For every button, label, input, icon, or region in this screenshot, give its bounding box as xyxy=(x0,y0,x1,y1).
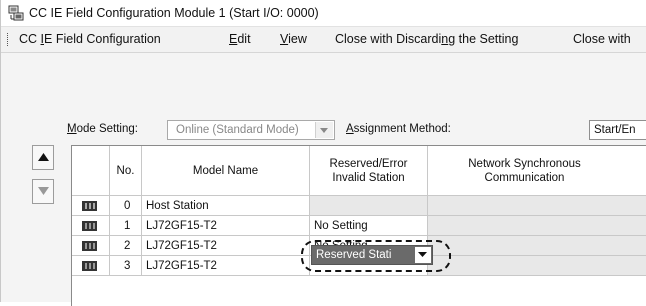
table-row-no[interactable]: 1 xyxy=(110,216,142,236)
station-icon-cell xyxy=(72,236,110,256)
configuration-window: CC IE Field Configuration Module 1 (Star… xyxy=(0,0,646,306)
header-reserved-error-invalid-station[interactable]: Reserved/Error Invalid Station xyxy=(310,146,428,196)
table-row-model[interactable]: LJ72GF15-T2 xyxy=(142,256,310,276)
dropdown-arrow-icon[interactable] xyxy=(315,122,333,138)
assignment-method-value: Start/En xyxy=(594,124,636,136)
table-row-no[interactable]: 0 xyxy=(110,196,142,216)
table-row-reserved[interactable]: No Setting xyxy=(310,216,428,236)
title-bar: CC IE Field Configuration Module 1 (Star… xyxy=(1,0,646,27)
move-up-button[interactable] xyxy=(32,145,54,170)
move-down-button[interactable] xyxy=(32,179,54,204)
header-icon-column xyxy=(72,146,110,196)
combo-dropdown-arrow-icon[interactable] xyxy=(415,247,431,263)
menu-cc-ie-field-configuration[interactable]: CC IE Field Configuration xyxy=(19,32,161,46)
window-title: CC IE Field Configuration Module 1 (Star… xyxy=(29,6,319,20)
triangle-down-icon xyxy=(38,187,49,195)
menu-close-with[interactable]: Close with xyxy=(573,32,631,46)
table-row-no[interactable]: 3 xyxy=(110,256,142,276)
reserved-station-combo[interactable]: Reserved Stati xyxy=(311,245,433,265)
menu-edit[interactable]: Edit xyxy=(229,32,251,46)
assignment-method-field[interactable]: Start/En xyxy=(589,120,646,140)
station-icon-cell xyxy=(72,196,110,216)
table-row-sync xyxy=(428,196,646,216)
table-row-sync xyxy=(428,236,646,256)
table-row-model[interactable]: LJ72GF15-T2 xyxy=(142,236,310,256)
table-row-reserved xyxy=(310,196,428,216)
station-table: No. Model Name Reserved/Error Invalid Sta… xyxy=(71,145,646,306)
menu-close-with-discarding[interactable]: Close with Discarding the Setting xyxy=(335,32,518,46)
table-row-no[interactable]: 2 xyxy=(110,236,142,256)
header-model-name[interactable]: Model Name xyxy=(142,146,310,196)
station-module-icon xyxy=(82,241,97,251)
station-module-icon xyxy=(82,201,97,211)
network-configuration-icon xyxy=(8,5,24,21)
table-row-model[interactable]: LJ72GF15-T2 xyxy=(142,216,310,236)
table-row-model[interactable]: Host Station xyxy=(142,196,310,216)
header-network-synchronous-communication[interactable]: Network Synchronous Communication xyxy=(428,146,646,196)
assignment-method-label: Assignment Method: xyxy=(346,123,451,135)
header-no[interactable]: No. xyxy=(110,146,142,196)
station-icon-cell xyxy=(72,216,110,236)
menu-view[interactable]: View xyxy=(280,32,307,46)
table-row-sync xyxy=(428,256,646,276)
mode-setting-label: Mode Setting: xyxy=(67,123,138,135)
table-row-sync xyxy=(428,216,646,236)
station-module-icon xyxy=(82,261,97,271)
station-module-icon xyxy=(82,221,97,231)
mode-setting-value: Online (Standard Mode) xyxy=(176,124,299,136)
toolbar-grip-icon[interactable] xyxy=(7,33,11,46)
triangle-up-icon xyxy=(38,153,49,161)
reserved-station-value: Reserved Stati xyxy=(316,249,392,261)
menu-bar: CC IE Field Configuration Edit View Clos… xyxy=(1,27,646,53)
mode-setting-select[interactable]: Online (Standard Mode) xyxy=(167,120,335,140)
station-icon-cell xyxy=(72,256,110,276)
